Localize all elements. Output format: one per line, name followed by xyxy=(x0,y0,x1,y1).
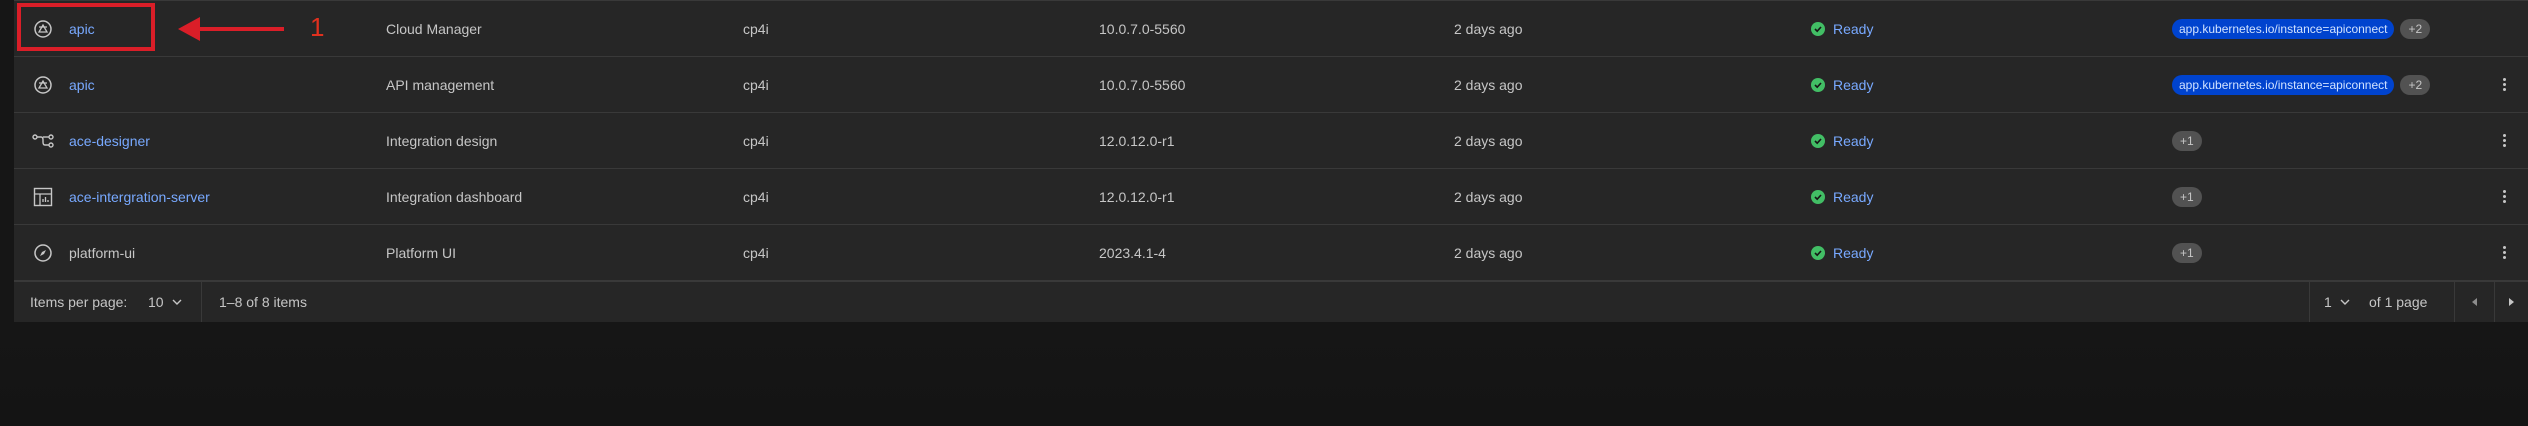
row-version: 10.0.7.0-5560 xyxy=(1099,20,1186,37)
label-tag[interactable]: app.kubernetes.io/instance=apiconnect xyxy=(2172,18,2395,39)
row-namespace: cp4i xyxy=(743,132,769,149)
status-link[interactable]: Ready xyxy=(1833,189,1873,205)
more-labels-tag[interactable]: +2 xyxy=(2400,74,2431,95)
chevron-down-icon xyxy=(172,299,182,305)
row-namespace: cp4i xyxy=(743,20,769,37)
check-icon xyxy=(1811,77,1825,92)
pagination-bar: Items per page: 10 1–8 of 8 items 1 of 1… xyxy=(14,281,2528,322)
overflow-menu-button[interactable] xyxy=(2494,169,2514,224)
check-icon xyxy=(1811,133,1825,148)
overflow-menu-icon xyxy=(2502,78,2506,91)
row-age: 2 days ago xyxy=(1454,20,1523,37)
chevron-down-icon xyxy=(2340,299,2350,305)
row-description: Cloud Manager xyxy=(386,20,482,37)
row-name[interactable]: ace-designer xyxy=(69,133,150,149)
api-connect-icon xyxy=(30,57,56,112)
row-age: 2 days ago xyxy=(1454,132,1523,149)
labels-cell: +1 xyxy=(2172,225,2208,280)
overflow-menu-icon xyxy=(2502,190,2506,203)
labels-cell: app.kubernetes.io/instance=apiconnect +2 xyxy=(2172,1,2436,56)
overflow-menu-button[interactable] xyxy=(2494,113,2514,168)
table-row: apic Cloud Manager cp4i 10.0.7.0-5560 2 … xyxy=(14,0,2528,57)
more-labels-tag[interactable]: +1 xyxy=(2172,130,2202,151)
instances-table: apic Cloud Manager cp4i 10.0.7.0-5560 2 … xyxy=(14,0,2528,322)
overflow-menu-button[interactable] xyxy=(2494,225,2514,280)
label-tag[interactable]: app.kubernetes.io/instance=apiconnect xyxy=(2172,74,2395,95)
page-select[interactable]: 1 xyxy=(2324,282,2350,322)
row-version: 12.0.12.0-r1 xyxy=(1099,188,1175,205)
caret-right-icon xyxy=(2508,298,2514,306)
status-badge: Ready xyxy=(1811,113,1873,168)
annotation-arrow-icon xyxy=(178,17,284,41)
more-labels-tag[interactable]: +2 xyxy=(2400,18,2431,39)
dashboard-icon xyxy=(30,169,56,224)
row-description: Platform UI xyxy=(386,244,457,261)
row-name[interactable]: apic xyxy=(69,77,95,93)
status-link[interactable]: Ready xyxy=(1833,245,1873,261)
row-name-link[interactable]: apic xyxy=(69,57,95,112)
status-badge: Ready xyxy=(1811,225,1873,280)
more-labels-tag[interactable]: +1 xyxy=(2172,242,2202,263)
status-link[interactable]: Ready xyxy=(1833,77,1873,93)
row-description: Integration dashboard xyxy=(386,188,523,205)
check-icon xyxy=(1811,245,1825,260)
caret-left-icon xyxy=(2471,298,2477,306)
table-row: ace-designer Integration design cp4i 12.… xyxy=(14,113,2528,169)
row-namespace: cp4i xyxy=(743,76,769,93)
status-badge: Ready xyxy=(1811,1,1873,56)
row-version: 10.0.7.0-5560 xyxy=(1099,76,1186,93)
row-name-link[interactable]: ace-designer xyxy=(69,113,150,168)
more-labels-tag[interactable]: +1 xyxy=(2172,186,2202,207)
row-age: 2 days ago xyxy=(1454,188,1523,205)
row-version: 2023.4.1-4 xyxy=(1099,244,1166,261)
status-badge: Ready xyxy=(1811,57,1873,112)
overflow-menu-button[interactable] xyxy=(2494,57,2514,112)
overflow-menu-icon xyxy=(2502,134,2506,147)
row-namespace: cp4i xyxy=(743,188,769,205)
row-namespace: cp4i xyxy=(743,244,769,261)
labels-cell: +1 xyxy=(2172,113,2208,168)
next-page-button[interactable] xyxy=(2495,282,2528,322)
page-value: 1 xyxy=(2324,294,2332,310)
table-row: ace-intergration-server Integration dash… xyxy=(14,169,2528,225)
annotation-highlight-box xyxy=(17,3,155,51)
check-icon xyxy=(1811,189,1825,204)
items-per-page-label: Items per page: xyxy=(30,294,128,310)
row-name: platform-ui xyxy=(69,244,136,261)
row-age: 2 days ago xyxy=(1454,244,1523,261)
labels-cell: +1 xyxy=(2172,169,2208,224)
items-per-page-select[interactable]: 10 xyxy=(148,282,182,322)
row-version: 12.0.12.0-r1 xyxy=(1099,132,1175,149)
row-description: Integration design xyxy=(386,132,498,149)
row-age: 2 days ago xyxy=(1454,76,1523,93)
compass-icon xyxy=(30,225,56,280)
annotation-number: 1 xyxy=(310,12,325,42)
items-per-page-value: 10 xyxy=(148,294,164,310)
page-total-text: of 1 page xyxy=(2369,294,2428,310)
row-description: API management xyxy=(386,76,495,93)
row-name[interactable]: ace-intergration-server xyxy=(69,189,210,205)
divider xyxy=(2309,282,2310,322)
check-icon xyxy=(1811,21,1825,36)
status-badge: Ready xyxy=(1811,169,1873,224)
flow-icon xyxy=(30,113,56,168)
previous-page-button[interactable] xyxy=(2455,282,2494,322)
status-link[interactable]: Ready xyxy=(1833,133,1873,149)
table-row: apic API management cp4i 10.0.7.0-5560 2… xyxy=(14,57,2528,113)
status-link[interactable]: Ready xyxy=(1833,21,1873,37)
row-name-text: platform-ui xyxy=(69,225,135,280)
labels-cell: app.kubernetes.io/instance=apiconnect +2 xyxy=(2172,57,2436,112)
overflow-menu-icon xyxy=(2502,246,2506,259)
item-range-text: 1–8 of 8 items xyxy=(219,294,307,310)
page: apic Cloud Manager cp4i 10.0.7.0-5560 2 … xyxy=(0,0,2528,426)
divider xyxy=(201,282,202,322)
row-name-link[interactable]: ace-intergration-server xyxy=(69,169,210,224)
table-row: platform-ui Platform UI cp4i 2023.4.1-4 … xyxy=(14,225,2528,281)
